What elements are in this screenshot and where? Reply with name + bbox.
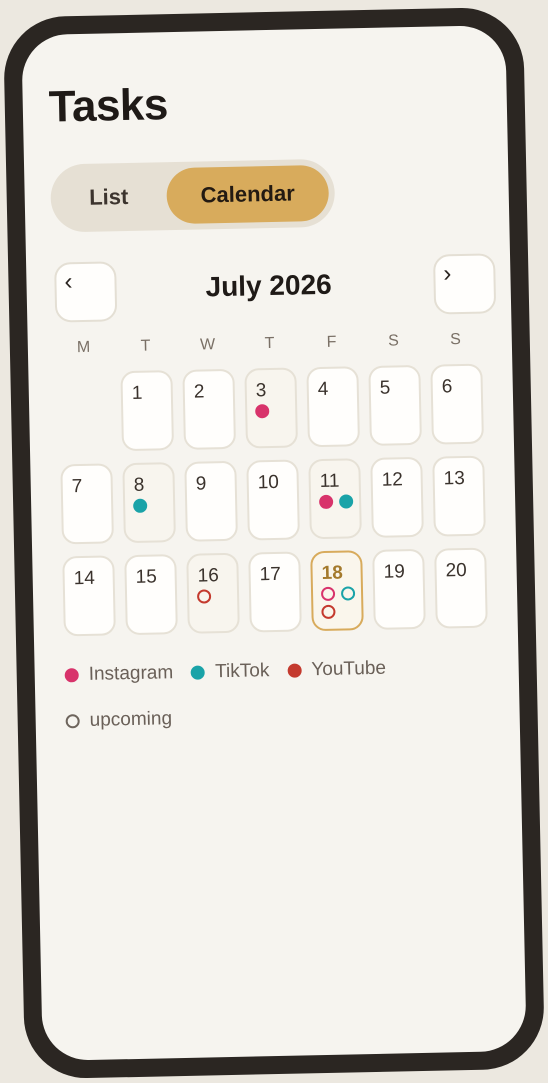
weekday-label: S xyxy=(388,332,400,350)
weekday-label: M xyxy=(76,338,91,357)
calendar-day[interactable]: 10 xyxy=(246,459,300,541)
next-month-button[interactable]: › xyxy=(432,253,497,315)
chevron-right-icon: › xyxy=(443,260,452,288)
calendar-day[interactable]: 14 xyxy=(62,555,116,637)
instagram-dot-icon xyxy=(64,668,79,683)
calendar-day[interactable]: 7 xyxy=(60,463,114,545)
calendar-day[interactable]: 9 xyxy=(184,460,238,542)
event-dots xyxy=(319,494,363,510)
day-number: 17 xyxy=(259,563,282,586)
calendar-day[interactable]: 3 xyxy=(244,367,299,449)
event-dots xyxy=(133,498,177,513)
tab-calendar[interactable]: Calendar xyxy=(166,164,330,225)
legend-label: TikTok xyxy=(214,660,270,683)
calendar-day[interactable]: 1 xyxy=(120,370,175,452)
day-number: 12 xyxy=(381,469,404,491)
day-number: 14 xyxy=(73,567,96,590)
page-title: Tasks xyxy=(48,80,169,132)
calendar-day[interactable]: 20 xyxy=(434,547,488,629)
day-number: 11 xyxy=(319,470,340,493)
calendar-day[interactable]: 17 xyxy=(248,551,302,633)
day-number: 7 xyxy=(71,476,83,498)
day-number: 19 xyxy=(383,561,405,583)
legend-item-youtube: YouTube xyxy=(287,658,386,682)
youtube-dot-icon xyxy=(287,663,302,678)
event-dots xyxy=(255,403,299,419)
day-number: 20 xyxy=(445,559,467,582)
upcoming-ring-icon xyxy=(65,714,80,729)
instagram-ring-icon xyxy=(320,586,336,602)
calendar-day[interactable]: 13 xyxy=(432,455,486,537)
day-number: 4 xyxy=(317,378,329,401)
day-number: 2 xyxy=(193,381,205,403)
phone-frame: Tasks List Calendar ‹ July 2026 › MTWTFS… xyxy=(2,6,546,1080)
weekday-label: W xyxy=(199,336,216,354)
calendar-day[interactable]: 2 xyxy=(182,368,237,450)
calendar-day[interactable]: 15 xyxy=(124,554,178,636)
instagram-dot-icon xyxy=(319,494,334,510)
day-number: 1 xyxy=(131,382,143,404)
day-number: 15 xyxy=(135,566,158,588)
calendar-day[interactable]: 5 xyxy=(368,364,422,446)
legend-label: Instagram xyxy=(88,662,174,685)
day-number: 9 xyxy=(195,473,207,495)
calendar-day[interactable]: 16 xyxy=(186,552,241,634)
day-number: 10 xyxy=(257,471,280,494)
calendar-day[interactable]: 19 xyxy=(372,548,426,630)
event-dots xyxy=(196,589,241,604)
tiktok-ring-icon xyxy=(340,586,356,601)
weekday-label: F xyxy=(326,333,338,351)
day-number: 6 xyxy=(441,376,453,398)
app-screen: Tasks List Calendar ‹ July 2026 › MTWTFS… xyxy=(21,25,527,1061)
calendar-day[interactable]: 11 xyxy=(308,458,363,540)
weekday-label: T xyxy=(264,334,276,353)
day-number: 18 xyxy=(321,562,344,585)
event-dots xyxy=(320,586,366,620)
calendar-grid: M T W T F S S 1 2 3 4 5 6 7 8 9 10 11 12 13 14 15 16 17 18 19 20 xyxy=(21,25,505,637)
tiktok-dot-icon xyxy=(133,498,148,513)
day-number: 16 xyxy=(197,565,220,587)
legend-item-instagram: Instagram xyxy=(64,662,173,686)
tab-list[interactable]: List xyxy=(56,168,161,226)
day-number: 5 xyxy=(379,377,391,399)
calendar-day[interactable]: 12 xyxy=(370,456,424,538)
view-toggle: List Calendar xyxy=(50,158,336,233)
weekday-label: S xyxy=(450,331,462,349)
calendar-day-today[interactable]: 18 xyxy=(310,550,366,632)
day-number: 13 xyxy=(443,467,466,490)
youtube-ring-icon xyxy=(196,589,212,604)
legend-item-upcoming: upcoming xyxy=(65,708,172,732)
tiktok-dot-icon xyxy=(339,494,354,509)
day-number: 8 xyxy=(133,474,145,496)
day-number: 3 xyxy=(255,380,267,402)
weekday-label: T xyxy=(140,337,152,355)
calendar-day[interactable]: 4 xyxy=(306,366,360,448)
legend: Instagram TikTok YouTube xyxy=(64,658,386,687)
calendar-day[interactable]: 6 xyxy=(430,363,484,445)
legend-item-tiktok: TikTok xyxy=(191,660,270,684)
tiktok-dot-icon xyxy=(191,665,206,680)
legend-label: upcoming xyxy=(89,708,173,731)
instagram-dot-icon xyxy=(255,404,270,419)
calendar-day[interactable]: 8 xyxy=(122,462,177,544)
youtube-ring-icon xyxy=(321,604,336,620)
legend-label: YouTube xyxy=(311,657,387,681)
